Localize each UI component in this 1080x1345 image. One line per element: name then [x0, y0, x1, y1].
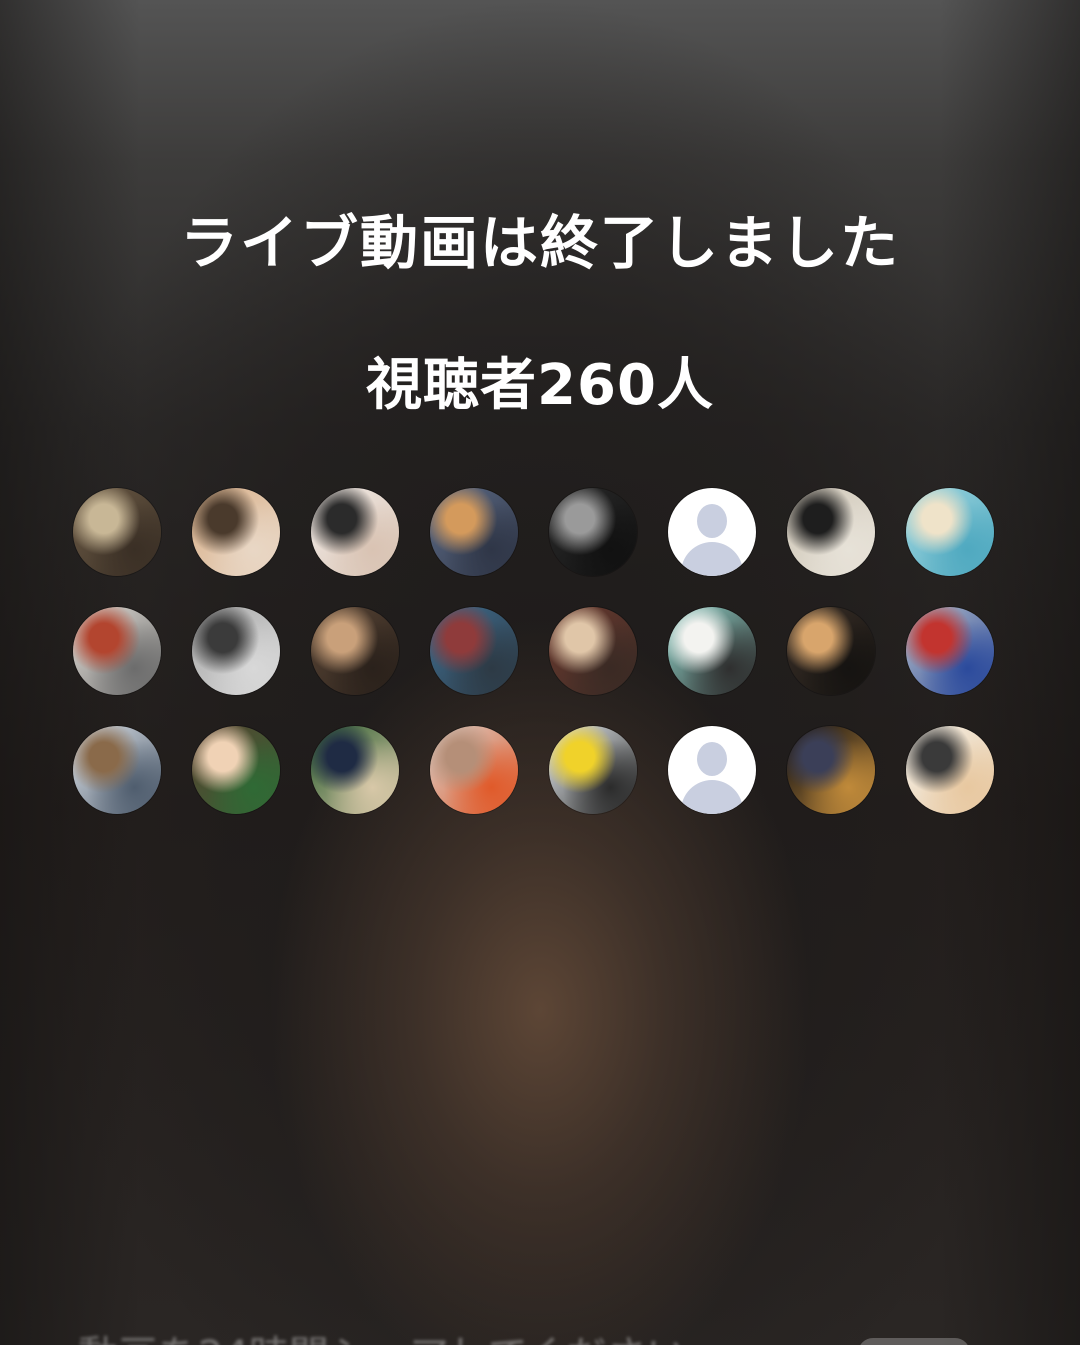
- user-photo-icon: [906, 607, 994, 695]
- share-toggle[interactable]: [858, 1338, 970, 1345]
- user-photo-icon: [906, 726, 994, 814]
- viewer-avatar[interactable]: [549, 726, 637, 814]
- live-ended-screen: ライブ動画は終了しました 視聴者260人 動画を24時間シェアしてください: [0, 0, 1080, 1345]
- viewer-avatar[interactable]: [549, 607, 637, 695]
- viewer-avatar[interactable]: [430, 488, 518, 576]
- viewer-avatar[interactable]: [192, 488, 280, 576]
- user-photo-icon: [311, 607, 399, 695]
- viewer-avatar[interactable]: [787, 607, 875, 695]
- user-photo-icon: [192, 607, 280, 695]
- viewer-avatar[interactable]: [787, 488, 875, 576]
- default-avatar-icon: [668, 726, 756, 814]
- default-avatar-icon: [668, 488, 756, 576]
- user-photo-icon: [311, 488, 399, 576]
- user-photo-icon: [311, 726, 399, 814]
- viewer-avatar-grid: [73, 488, 995, 814]
- user-photo-icon: [549, 726, 637, 814]
- viewer-avatar[interactable]: [668, 488, 756, 576]
- user-photo-icon: [906, 488, 994, 576]
- user-photo-icon: [73, 488, 161, 576]
- user-photo-icon: [73, 607, 161, 695]
- viewer-avatar[interactable]: [906, 488, 994, 576]
- viewer-avatar[interactable]: [73, 488, 161, 576]
- user-photo-icon: [430, 726, 518, 814]
- user-photo-icon: [787, 607, 875, 695]
- user-photo-icon: [192, 488, 280, 576]
- viewer-avatar[interactable]: [73, 726, 161, 814]
- user-photo-icon: [549, 488, 637, 576]
- user-photo-icon: [787, 488, 875, 576]
- user-photo-icon: [787, 726, 875, 814]
- viewer-avatar[interactable]: [192, 607, 280, 695]
- viewer-avatar[interactable]: [192, 726, 280, 814]
- viewer-count: 視聴者260人: [366, 353, 714, 418]
- viewer-avatar[interactable]: [906, 607, 994, 695]
- live-ended-title: ライブ動画は終了しました: [179, 209, 900, 277]
- share-hint-text: 動画を24時間シェアしてください: [78, 1323, 687, 1345]
- viewer-avatar[interactable]: [311, 488, 399, 576]
- viewer-avatar[interactable]: [73, 607, 161, 695]
- viewer-avatar[interactable]: [668, 607, 756, 695]
- viewer-avatar[interactable]: [787, 726, 875, 814]
- viewer-avatar[interactable]: [430, 726, 518, 814]
- viewer-avatar[interactable]: [311, 726, 399, 814]
- user-photo-icon: [549, 607, 637, 695]
- viewer-avatar[interactable]: [311, 607, 399, 695]
- user-photo-icon: [430, 488, 518, 576]
- viewer-avatar[interactable]: [430, 607, 518, 695]
- viewer-avatar[interactable]: [549, 488, 637, 576]
- viewer-avatar[interactable]: [668, 726, 756, 814]
- user-photo-icon: [192, 726, 280, 814]
- user-photo-icon: [73, 726, 161, 814]
- user-photo-icon: [430, 607, 518, 695]
- user-photo-icon: [668, 607, 756, 695]
- viewer-avatar[interactable]: [906, 726, 994, 814]
